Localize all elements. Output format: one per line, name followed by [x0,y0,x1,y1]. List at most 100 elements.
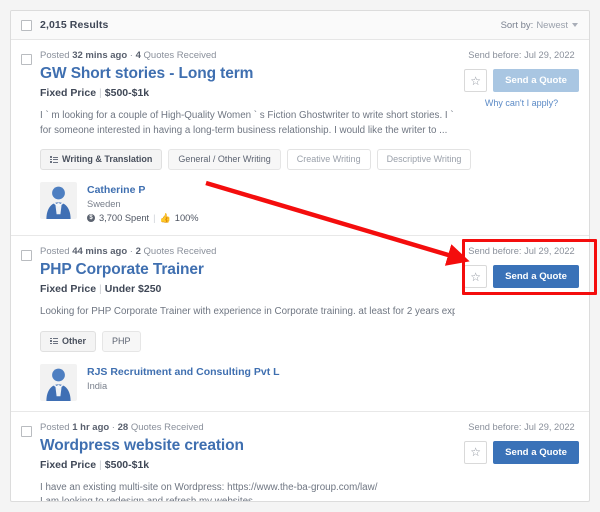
favorite-button[interactable]: ☆ [464,69,488,92]
job-tag[interactable]: General / Other Writing [168,149,281,170]
coin-icon: $ [87,214,95,222]
client-name-link[interactable]: RJS Recruitment and Consulting Pvt L [87,365,280,379]
job-description-line-1: Looking for PHP Corporate Trainer with e… [40,306,455,317]
job-price: Fixed Price | Under $250 [40,282,455,296]
listing-meta: Posted 44 mins ago · 2 Quotes Received [40,245,455,258]
meta-separator: · [109,421,118,433]
job-listing-row[interactable]: Posted 1 hr ago · 28 Quotes Received Word… [11,412,589,502]
posted-time: 44 mins ago [72,246,128,257]
posted-label: Posted [40,421,73,433]
action-buttons: ☆ Send a Quote [464,440,579,464]
quotes-received-label: Quotes Received [140,246,217,257]
avatar [40,182,77,219]
results-toolbar: 2,015 Results Sort by: Newest [11,11,589,40]
action-buttons: ☆ Send a Quote [464,69,579,92]
meta-separator: · [127,246,136,257]
price-value: Under $250 [104,283,162,295]
price-value: $500-$1k [104,87,150,99]
posted-time: 32 mins ago [72,50,128,61]
listing-checkbox[interactable] [21,425,32,437]
job-tag[interactable]: PHP [102,330,141,352]
send-a-quote-button[interactable]: Send a Quote [493,440,579,464]
price-value: $500-$1k [104,458,150,471]
sort-by-label: Sort by: [500,19,534,31]
list-lines-icon [50,156,58,164]
job-title-link[interactable]: PHP Corporate Trainer [40,259,455,280]
client-profile: Catherine P Sweden $3,700 Spent | 👍 100% [40,182,455,225]
job-description: I ` m looking for a couple of High-Quali… [40,109,455,138]
job-listing-row[interactable]: Posted 44 mins ago · 2 Quotes Received PH… [11,236,589,412]
price-type: Fixed Price [40,87,97,99]
client-rating: 100% [174,213,199,223]
list-lines-icon [50,337,58,345]
client-spent: 3,700 Spent [99,213,150,223]
job-description: I have an existing multi-site on Wordpre… [40,481,455,502]
job-tag[interactable]: Creative Writing [286,149,371,170]
job-tag-label: Other [62,335,87,346]
listing-actions: Send before: Jul 29, 2022 ☆ Send a Quote [455,245,579,401]
quotes-received-label: Quotes Received [128,421,204,433]
job-description-line-1: I have an existing multi-site on Wordpre… [40,481,378,493]
star-icon: ☆ [470,445,481,459]
job-title-link[interactable]: Wordpress website creation [40,435,455,456]
send-before-label: Send before: Jul 29, 2022 [468,50,575,60]
thumbs-up-icon: 👍 [159,213,171,223]
job-tag-label: Writing & Translation [62,154,153,164]
job-listings: Posted 32 mins ago · 4 Quotes Received GW… [11,40,589,502]
posted-label: Posted [40,246,73,257]
posted-label: Posted [40,50,73,61]
results-count-label: 2,015 Results [40,19,109,31]
favorite-button[interactable]: ☆ [464,265,488,288]
listing-checkbox-cell [21,245,32,401]
send-a-quote-button[interactable]: Send a Quote [493,265,579,288]
listing-actions: Send before: Jul 29, 2022 ☆ Send a Quote Wh… [455,49,579,225]
listing-checkbox[interactable] [21,54,32,65]
favorite-button[interactable]: ☆ [464,440,488,464]
price-type: Fixed Price [40,458,97,471]
job-description: Looking for PHP Corporate Trainer with e… [40,305,455,320]
price-separator: | [99,283,102,295]
job-tag-label: General / Other Writing [178,154,271,164]
price-type: Fixed Price [40,283,97,295]
why-cant-i-apply-link[interactable]: Why can't I apply? [485,98,558,108]
screenshot-root: 2,015 Results Sort by: Newest Posted 32 … [0,0,600,512]
client-stats: $3,700 Spent | 👍 100% [87,211,199,225]
job-tag-label: Creative Writing [296,154,361,164]
send-a-quote-button: Send a Quote [493,69,579,92]
client-profile: RJS Recruitment and Consulting Pvt L Indi… [40,363,455,401]
client-profile-info: RJS Recruitment and Consulting Pvt L Indi… [87,364,280,393]
listing-meta: Posted 1 hr ago · 28 Quotes Received [40,421,455,434]
listing-main: Posted 44 mins ago · 2 Quotes Received PH… [40,245,455,401]
job-listing-row[interactable]: Posted 32 mins ago · 4 Quotes Received GW… [11,40,589,236]
listing-checkbox-cell [21,49,32,225]
quotes-count: 28 [117,421,129,433]
listing-actions: Send before: Jul 29, 2022 ☆ Send a Quote [455,421,579,502]
client-location: Sweden [87,199,121,209]
chevron-down-icon [572,23,578,27]
job-tag-label: PHP [112,335,131,346]
select-all-checkbox[interactable] [21,19,32,31]
job-tag-label: Descriptive Writing [386,154,462,164]
quotes-received-label: Quotes Received [140,50,217,61]
action-buttons: ☆ Send a Quote [464,265,579,288]
meta-separator: · [127,50,136,61]
job-title-link[interactable]: GW Short stories - Long term [40,63,455,84]
price-separator: | [99,458,102,471]
client-name-link[interactable]: Catherine P [87,183,199,197]
job-tags: Other PHP [40,330,455,352]
job-tag[interactable]: Other [40,330,97,352]
listing-main: Posted 1 hr ago · 28 Quotes Received Word… [40,421,455,502]
send-before-label: Send before: Jul 29, 2022 [468,421,575,432]
job-tag[interactable]: Writing & Translation [40,149,163,170]
client-location: India [87,380,108,391]
star-icon: ☆ [470,269,481,284]
sort-by-value: Newest [536,19,568,31]
listing-checkbox[interactable] [21,250,32,261]
toolbar-left: 2,015 Results [21,19,108,31]
listing-meta: Posted 32 mins ago · 4 Quotes Received [40,49,455,62]
star-icon: ☆ [470,73,481,88]
divider: | [153,213,156,223]
sort-by-dropdown[interactable]: Sort by: Newest [501,20,578,31]
job-description-line-2: for someone interested in having a long-… [40,124,448,136]
avatar [40,363,77,401]
